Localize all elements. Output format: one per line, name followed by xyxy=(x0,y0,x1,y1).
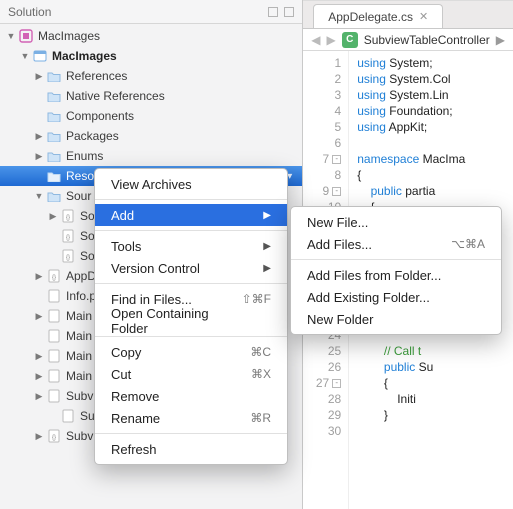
folder-icon xyxy=(46,109,62,123)
storyboard-icon xyxy=(46,329,62,343)
cs-file-icon: {} xyxy=(60,209,76,223)
cs-file-icon: {} xyxy=(46,429,62,443)
svg-text:{}: {} xyxy=(66,255,70,261)
menu-item[interactable]: View Archives xyxy=(95,173,287,195)
cs-file-icon xyxy=(46,389,62,403)
solution-root[interactable]: ▼MacImages xyxy=(0,26,302,46)
cs-file-icon: {} xyxy=(46,269,62,283)
cs-file-icon: {} xyxy=(60,249,76,263)
breadcrumb[interactable]: ◀ ▶ C SubviewTableController ▶ xyxy=(303,29,513,51)
folder-icon xyxy=(46,129,62,143)
menu-item[interactable]: Remove xyxy=(95,385,287,407)
xib-icon xyxy=(60,409,76,423)
folder-icon xyxy=(46,169,62,183)
chevron-right-icon: ▶ xyxy=(263,241,271,252)
editor-tabbar: AppDelegate.cs ✕ xyxy=(303,1,513,29)
components-node[interactable]: Components xyxy=(0,106,302,126)
folder-icon xyxy=(46,69,62,83)
menu-item[interactable]: Add Files from Folder... xyxy=(291,264,501,286)
fold-toggle-icon[interactable]: - xyxy=(332,155,341,164)
svg-text:{}: {} xyxy=(66,235,70,241)
close-icon[interactable]: ✕ xyxy=(419,10,428,23)
chevron-right-icon: ▶ xyxy=(263,210,271,221)
folder-icon xyxy=(46,89,62,103)
native-refs-node[interactable]: Native References xyxy=(0,86,302,106)
svg-text:{}: {} xyxy=(52,275,56,281)
solution-icon xyxy=(18,29,34,43)
folder-icon xyxy=(46,189,62,203)
menu-item[interactable]: Version Control▶ xyxy=(95,257,287,279)
menu-item[interactable]: New Folder xyxy=(291,308,501,330)
context-submenu-add[interactable]: New File...Add Files...⌥⌘A Add Files from… xyxy=(290,206,502,335)
editor-tab-active[interactable]: AppDelegate.cs ✕ xyxy=(313,4,443,28)
panel-close-icon[interactable] xyxy=(284,7,294,17)
svg-text:{}: {} xyxy=(52,435,56,441)
solution-header: Solution xyxy=(0,0,302,24)
menu-item[interactable]: Copy⌘C xyxy=(95,341,287,363)
cs-file-icon xyxy=(46,309,62,323)
project-node[interactable]: ▼MacImages xyxy=(0,46,302,66)
svg-text:{}: {} xyxy=(66,215,70,221)
references-node[interactable]: ▶References xyxy=(0,66,302,86)
menu-item[interactable]: Open Containing Folder xyxy=(95,310,287,332)
menu-item[interactable]: Cut⌘X xyxy=(95,363,287,385)
menu-item[interactable]: Add Files...⌥⌘A xyxy=(291,233,501,255)
fold-toggle-icon[interactable]: - xyxy=(332,187,341,196)
menu-item[interactable]: Add Existing Folder... xyxy=(291,286,501,308)
menu-item[interactable]: Refresh xyxy=(95,438,287,460)
project-icon xyxy=(32,49,48,63)
solution-title: Solution xyxy=(8,5,262,19)
panel-collapse-icon[interactable] xyxy=(268,7,278,17)
breadcrumb-item[interactable]: SubviewTableController xyxy=(364,33,490,47)
chevron-right-icon: ▶ xyxy=(263,263,271,274)
folder-icon xyxy=(46,149,62,163)
plist-icon xyxy=(46,289,62,303)
menu-item[interactable]: New File... xyxy=(291,211,501,233)
cs-file-icon xyxy=(46,369,62,383)
menu-item[interactable]: Add▶ xyxy=(95,204,287,226)
fold-toggle-icon[interactable]: - xyxy=(332,379,341,388)
class-icon: C xyxy=(342,32,358,48)
nav-fwd-icon[interactable]: ▶ xyxy=(326,33,335,47)
menu-item[interactable]: Rename⌘R xyxy=(95,407,287,429)
packages-node[interactable]: ▶Packages xyxy=(0,126,302,146)
chevron-right-icon: ▶ xyxy=(496,33,505,47)
cs-file-icon: {} xyxy=(60,229,76,243)
enums-node[interactable]: ▶Enums xyxy=(0,146,302,166)
cs-file-icon xyxy=(46,349,62,363)
tab-label: AppDelegate.cs xyxy=(328,10,413,24)
menu-item[interactable]: Tools▶ xyxy=(95,235,287,257)
nav-back-icon[interactable]: ◀ xyxy=(311,33,320,47)
context-menu[interactable]: View ArchivesAdd▶Tools▶Version Control▶F… xyxy=(94,168,288,465)
